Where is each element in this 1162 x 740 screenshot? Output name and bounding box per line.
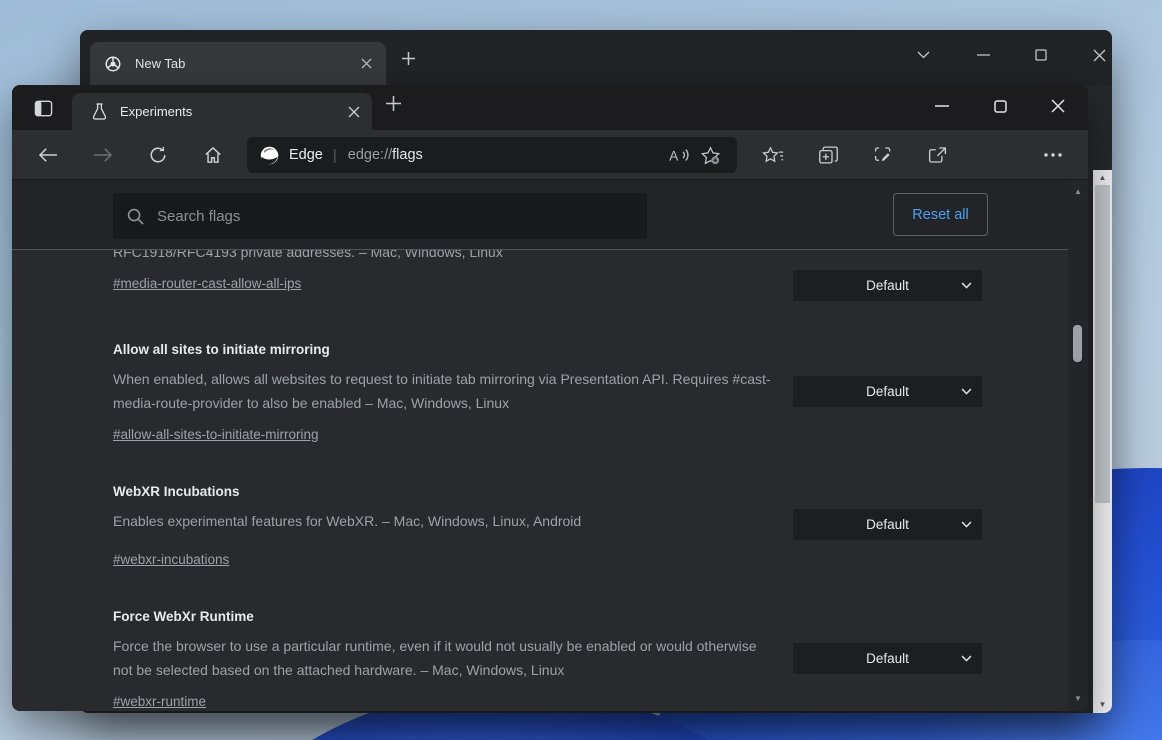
reset-all-button[interactable]: Reset all: [893, 193, 988, 236]
close-tab-icon[interactable]: [361, 58, 372, 69]
flag-select[interactable]: Default: [793, 376, 982, 407]
window-chevron-icon[interactable]: [900, 40, 946, 70]
tab-title: Experiments: [120, 104, 348, 119]
search-flags-input[interactable]: [157, 208, 597, 225]
flag-select-value: Default: [866, 651, 909, 666]
address-bar[interactable]: Edge | edge://flags A: [247, 137, 737, 173]
flag-select-value: Default: [866, 384, 909, 399]
flag-name: WebXR Incubations: [113, 482, 773, 501]
refresh-icon[interactable]: [143, 140, 173, 170]
settings-menu-icon[interactable]: [1037, 139, 1069, 171]
flag-permalink[interactable]: #webxr-runtime: [113, 693, 206, 710]
edge-logo-icon: [259, 145, 280, 166]
browser-toolbar: Edge | edge://flags A: [12, 130, 1088, 180]
forward-icon[interactable]: [88, 140, 118, 170]
scrollbar-thumb[interactable]: [1095, 185, 1110, 503]
url-path: flags: [392, 147, 423, 163]
page-scrollbar[interactable]: ▲ ▼: [1068, 180, 1088, 711]
share-icon[interactable]: [921, 139, 953, 171]
new-tab-icon[interactable]: [402, 52, 415, 65]
web-capture-icon[interactable]: [867, 139, 899, 171]
flag-permalink[interactable]: #media-router-cast-allow-all-ips: [113, 275, 301, 301]
flag-select[interactable]: Default: [793, 270, 982, 301]
browser-logo-icon: [104, 55, 122, 73]
chevron-down-icon: [961, 521, 972, 528]
back-window-tab-newtab[interactable]: New Tab: [90, 42, 386, 85]
search-flags-box[interactable]: [113, 193, 647, 239]
search-icon: [127, 208, 144, 225]
scroll-up-icon[interactable]: ▲: [1093, 170, 1112, 186]
tab-actions-menu-icon[interactable]: [28, 93, 58, 123]
scrollbar-thumb[interactable]: [1073, 325, 1082, 362]
collections-icon[interactable]: [812, 139, 844, 171]
tabstrip: Experiments: [12, 85, 1088, 130]
favorites-icon[interactable]: [757, 139, 789, 171]
back-window-tabstrip: New Tab: [80, 30, 1112, 85]
url-separator: |: [333, 147, 337, 164]
flag-row: Allow all sites to initiate mirroring Wh…: [113, 340, 982, 443]
flag-select[interactable]: Default: [793, 509, 982, 540]
flag-select-value: Default: [866, 517, 909, 532]
back-window-scrollbar[interactable]: ▲ ▼: [1093, 170, 1112, 713]
url-scheme: edge://: [348, 147, 392, 163]
tab-experiments[interactable]: Experiments: [72, 93, 372, 130]
new-tab-icon[interactable]: [386, 96, 401, 111]
flag-row: Force WebXr Runtime Force the browser to…: [113, 607, 982, 710]
flag-description: When enabled, allows all websites to req…: [113, 367, 773, 415]
flag-select[interactable]: Default: [793, 643, 982, 674]
add-favorite-star-icon[interactable]: [695, 140, 725, 170]
window-maximize-icon[interactable]: [1018, 40, 1064, 70]
flag-name: Force WebXr Runtime: [113, 607, 773, 626]
flag-select-value: Default: [866, 278, 909, 293]
window-close-icon[interactable]: [1035, 91, 1081, 121]
scroll-down-icon[interactable]: ▼: [1068, 690, 1088, 708]
flag-permalink[interactable]: #allow-all-sites-to-initiate-mirroring: [113, 426, 319, 443]
window-minimize-icon[interactable]: [919, 91, 965, 121]
window-close-icon[interactable]: [1076, 40, 1112, 70]
scroll-up-icon[interactable]: ▲: [1068, 183, 1088, 201]
back-icon[interactable]: [33, 140, 63, 170]
chevron-down-icon: [961, 282, 972, 289]
flask-icon: [92, 103, 107, 120]
edge-browser-window: Experiments: [12, 85, 1088, 711]
close-tab-icon[interactable]: [348, 106, 360, 118]
flag-name: Allow all sites to initiate mirroring: [113, 340, 773, 359]
flag-row: WebXR Incubations Enables experimental f…: [113, 482, 982, 568]
home-icon[interactable]: [198, 140, 228, 170]
flags-list: RFC1918/RFC4193 private addresses. – Mac…: [113, 250, 982, 711]
scroll-down-icon[interactable]: ▼: [1093, 697, 1112, 713]
flag-description: Enables experimental features for WebXR.…: [113, 509, 773, 540]
flag-permalink[interactable]: #webxr-incubations: [113, 551, 229, 568]
window-minimize-icon[interactable]: [960, 40, 1006, 70]
chevron-down-icon: [961, 655, 972, 662]
flag-description: Force the browser to use a particular ru…: [113, 634, 773, 682]
back-tab-title: New Tab: [135, 56, 361, 71]
svg-text:A: A: [669, 148, 678, 163]
flags-page: Reset all RFC1918/RFC4193 private addres…: [12, 180, 1088, 711]
read-aloud-icon[interactable]: A: [665, 140, 695, 170]
flag-description: RFC1918/RFC4193 private addresses. – Mac…: [113, 250, 773, 264]
site-brand-label: Edge: [289, 147, 323, 163]
window-maximize-icon[interactable]: [977, 91, 1023, 121]
chevron-down-icon: [961, 388, 972, 395]
flags-page-header: Reset all: [12, 180, 1068, 250]
flag-row: RFC1918/RFC4193 private addresses. – Mac…: [113, 250, 982, 301]
